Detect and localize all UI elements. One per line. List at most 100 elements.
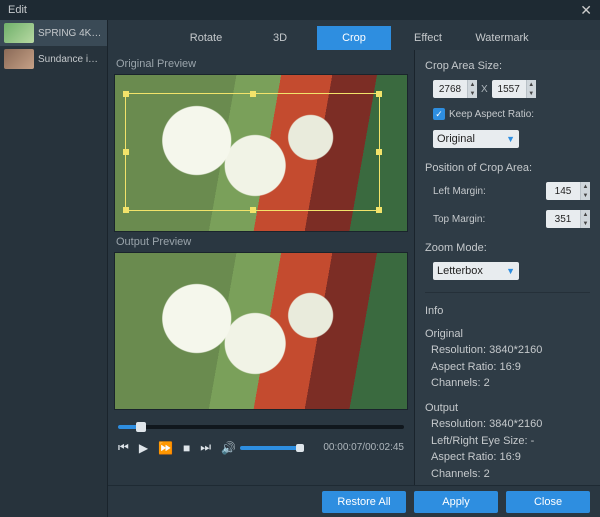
body: SPRING 4K U... Sundance in 4... Rotate 3…: [0, 20, 600, 517]
position-label: Position of Crop Area:: [425, 162, 590, 174]
step-down-icon[interactable]: ▼: [467, 89, 477, 98]
divider: [425, 292, 590, 293]
crop-box[interactable]: [125, 93, 380, 211]
top-margin-input[interactable]: [546, 214, 580, 225]
crop-handle-mr[interactable]: [376, 149, 382, 155]
sidebar-item-label: Sundance in 4...: [38, 54, 103, 65]
content: Original Preview: [108, 50, 600, 485]
output-heading: Output: [425, 400, 590, 417]
original-preview[interactable]: [114, 74, 408, 232]
step-up-icon[interactable]: ▲: [580, 182, 590, 191]
original-heading: Original: [425, 326, 590, 343]
top-margin-label: Top Margin:: [433, 214, 485, 225]
crop-height-stepper[interactable]: ▲▼: [492, 80, 536, 98]
main: Rotate 3D Crop Effect Watermark Original…: [108, 20, 600, 517]
aspect-select-row: Original ▼: [425, 130, 590, 148]
seek-bar[interactable]: [118, 425, 404, 429]
crop-width-stepper[interactable]: ▲▼: [433, 80, 477, 98]
crop-handle-ml[interactable]: [123, 149, 129, 155]
keep-aspect-checkbox[interactable]: ✓: [433, 108, 445, 120]
zoom-mode-label: Zoom Mode:: [425, 242, 590, 254]
crop-handle-tr[interactable]: [376, 91, 382, 97]
crop-width-input[interactable]: [433, 84, 467, 95]
sidebar-item-label: SPRING 4K U...: [38, 28, 103, 39]
seek-knob[interactable]: [136, 422, 146, 432]
crop-size-row: ▲▼ X ▲▼: [425, 80, 590, 98]
zoom-mode-value: Letterbox: [437, 265, 483, 277]
info-row: Channels: 2: [425, 375, 590, 392]
thumbnail-icon: [4, 49, 34, 69]
tab-effect[interactable]: Effect: [391, 26, 465, 50]
fastfwd-icon[interactable]: ⏩: [158, 441, 173, 455]
volume-bar[interactable]: [240, 446, 300, 450]
step-down-icon[interactable]: ▼: [580, 191, 590, 200]
original-preview-label: Original Preview: [114, 54, 408, 74]
info-row: Aspect Ratio: 16:9: [425, 359, 590, 376]
edit-window: Edit ✕ SPRING 4K U... Sundance in 4... R…: [0, 0, 600, 517]
volume-knob[interactable]: [296, 444, 304, 452]
info-label: Info: [425, 303, 590, 320]
step-down-icon[interactable]: ▼: [526, 89, 536, 98]
zoom-mode-row: Letterbox ▼: [425, 262, 590, 280]
tab-crop[interactable]: Crop: [317, 26, 391, 50]
tab-watermark[interactable]: Watermark: [465, 26, 539, 50]
info-section: Info Original Resolution: 3840*2160 Aspe…: [425, 303, 590, 482]
aspect-select[interactable]: Original ▼: [433, 130, 519, 148]
stop-icon[interactable]: ■: [183, 441, 190, 455]
play-icon[interactable]: ▶: [139, 441, 148, 455]
preview-image: [115, 253, 407, 409]
close-icon[interactable]: ✕: [580, 2, 592, 19]
aspect-select-value: Original: [437, 133, 475, 145]
info-row: Resolution: 3840*2160: [425, 416, 590, 433]
crop-handle-tc[interactable]: [250, 91, 256, 97]
crop-handle-bl[interactable]: [123, 207, 129, 213]
crop-handle-br[interactable]: [376, 207, 382, 213]
keep-aspect-label: Keep Aspect Ratio:: [449, 109, 534, 120]
chevron-down-icon: ▼: [506, 266, 515, 276]
zoom-mode-select[interactable]: Letterbox ▼: [433, 262, 519, 280]
step-up-icon[interactable]: ▲: [526, 80, 536, 89]
tab-3d[interactable]: 3D: [243, 26, 317, 50]
top-margin-stepper[interactable]: ▲▼: [546, 210, 590, 228]
player-controls: ⏮ ▶ ⏩ ■ ⏭ 🔊 00:00:07/00:02:45: [114, 440, 408, 459]
titlebar: Edit ✕: [0, 0, 600, 20]
info-row: Channels: 2: [425, 466, 590, 483]
sidebar-item-spring[interactable]: SPRING 4K U...: [0, 20, 107, 46]
time-display: 00:00:07/00:02:45: [323, 442, 404, 453]
info-row: Aspect Ratio: 16:9: [425, 449, 590, 466]
output-preview-label: Output Preview: [114, 232, 408, 252]
seek-bar-row: [114, 414, 408, 440]
crop-handle-bc[interactable]: [250, 207, 256, 213]
preview-column: Original Preview: [108, 50, 414, 485]
thumbnail-icon: [4, 23, 34, 43]
close-button[interactable]: Close: [506, 491, 590, 513]
prev-icon[interactable]: ⏮: [118, 440, 129, 455]
volume-icon[interactable]: 🔊: [221, 441, 236, 455]
next-icon[interactable]: ⏭: [200, 440, 211, 455]
bottom-bar: Restore All Apply Close: [108, 485, 600, 517]
tab-rotate[interactable]: Rotate: [169, 26, 243, 50]
volume: 🔊: [221, 441, 300, 455]
output-preview: [114, 252, 408, 410]
sidebar: SPRING 4K U... Sundance in 4...: [0, 20, 108, 517]
window-title: Edit: [8, 4, 27, 16]
crop-area-size-label: Crop Area Size:: [425, 60, 590, 72]
info-row: Left/Right Eye Size: -: [425, 433, 590, 450]
sidebar-item-sundance[interactable]: Sundance in 4...: [0, 46, 107, 72]
info-row: Resolution: 3840*2160: [425, 342, 590, 359]
left-margin-stepper[interactable]: ▲▼: [546, 182, 590, 200]
left-margin-label: Left Margin:: [433, 186, 486, 197]
step-up-icon[interactable]: ▲: [467, 80, 477, 89]
apply-button[interactable]: Apply: [414, 491, 498, 513]
step-down-icon[interactable]: ▼: [580, 219, 590, 228]
left-margin-input[interactable]: [546, 186, 580, 197]
top-margin-row: Top Margin: ▲▼: [425, 210, 590, 228]
restore-all-button[interactable]: Restore All: [322, 491, 406, 513]
tabs: Rotate 3D Crop Effect Watermark: [108, 20, 600, 50]
keep-aspect-row: ✓ Keep Aspect Ratio:: [425, 108, 590, 120]
crop-height-input[interactable]: [492, 84, 526, 95]
left-margin-row: Left Margin: ▲▼: [425, 182, 590, 200]
size-separator: X: [481, 84, 488, 95]
crop-handle-tl[interactable]: [123, 91, 129, 97]
step-up-icon[interactable]: ▲: [580, 210, 590, 219]
